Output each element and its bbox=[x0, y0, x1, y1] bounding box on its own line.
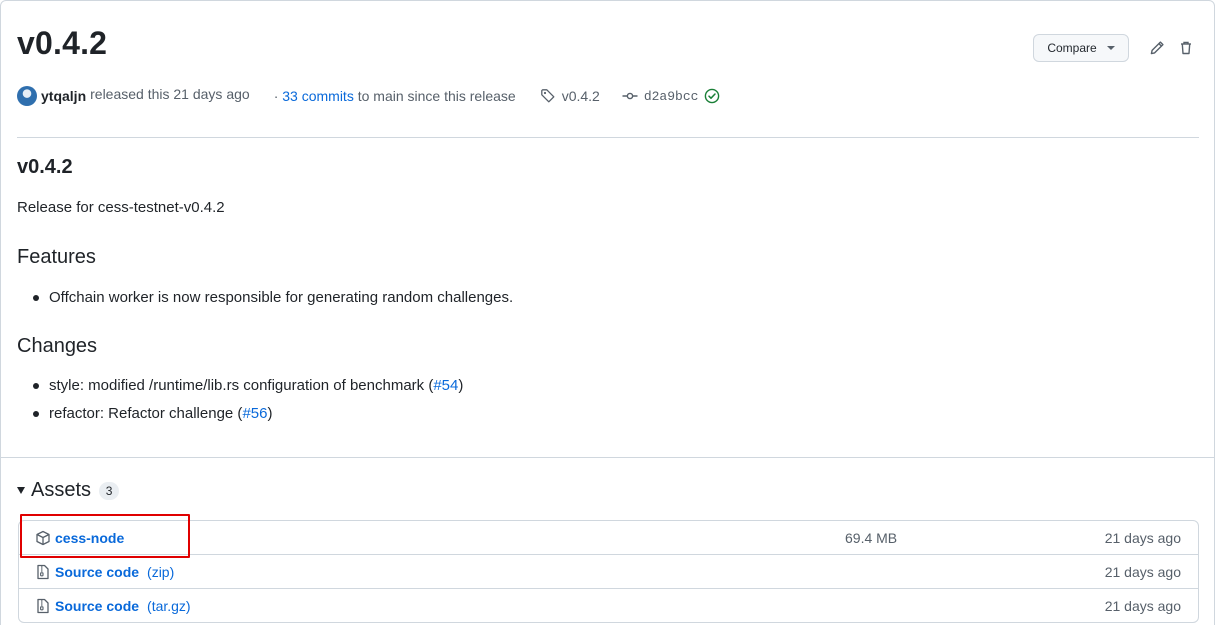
asset-format[interactable]: (zip) bbox=[147, 564, 174, 580]
author-link[interactable]: ytqaljn bbox=[41, 88, 86, 104]
release-title[interactable]: v0.4.2 bbox=[17, 25, 107, 62]
change-text: refactor: Refactor challenge ( bbox=[49, 405, 243, 422]
source-code-zip-link[interactable]: Source code bbox=[55, 564, 139, 580]
asset-size: 69.4 MB bbox=[845, 530, 898, 546]
features-list: Offchain worker is now responsible for g… bbox=[32, 287, 513, 315]
asset-format[interactable]: (tar.gz) bbox=[147, 598, 191, 614]
compare-button[interactable]: Compare bbox=[1033, 34, 1129, 62]
assets-count-badge: 3 bbox=[99, 481, 120, 500]
change-text: style: modified /runtime/lib.rs configur… bbox=[49, 377, 434, 394]
asset-date: 21 days ago bbox=[1104, 563, 1181, 580]
pull-request-link[interactable]: #56 bbox=[242, 405, 267, 422]
compare-button-label: Compare bbox=[1047, 41, 1097, 55]
file-zip-icon bbox=[35, 564, 51, 580]
release-description: Release for cess-testnet-v0.4.2 bbox=[17, 199, 225, 216]
asset-row: Source code (tar.gz) 21 days ago bbox=[19, 588, 1198, 622]
asset-row: Source code (zip) 21 days ago bbox=[19, 554, 1198, 588]
list-item: style: modified /runtime/lib.rs configur… bbox=[32, 375, 464, 403]
asset-row: cess-node 69.4 MB 21 days ago bbox=[19, 521, 1198, 555]
notes-heading: v0.4.2 bbox=[17, 156, 73, 178]
changes-list: style: modified /runtime/lib.rs configur… bbox=[32, 375, 464, 431]
source-code-targz-link[interactable]: Source code bbox=[55, 598, 139, 614]
changes-heading: Changes bbox=[17, 335, 98, 357]
divider bbox=[17, 137, 1199, 138]
asset-link-cess-node[interactable]: cess-node bbox=[55, 530, 124, 546]
asset-date: 21 days ago bbox=[1104, 597, 1181, 614]
assets-list: cess-node 69.4 MB 21 days ago Source cod… bbox=[18, 520, 1199, 623]
assets-heading: Assets bbox=[31, 479, 92, 501]
commits-prefix: · bbox=[273, 88, 279, 104]
triangle-down-icon bbox=[1106, 46, 1115, 50]
asset-date: 21 days ago bbox=[1104, 530, 1181, 546]
commits-suffix: to main since this release bbox=[357, 88, 516, 104]
change-close: ) bbox=[267, 405, 273, 422]
tag-icon bbox=[540, 89, 555, 103]
edit-release-button[interactable] bbox=[1148, 39, 1166, 57]
git-commit-icon bbox=[622, 92, 638, 100]
commit-sha: d2a9bcc bbox=[643, 88, 699, 104]
change-close: ) bbox=[458, 377, 464, 394]
file-zip-icon bbox=[35, 598, 51, 614]
avatar[interactable] bbox=[17, 86, 37, 106]
trash-icon bbox=[1181, 41, 1191, 55]
commits-info: · 33 commits to main since this release bbox=[274, 88, 516, 104]
divider bbox=[1, 457, 1215, 458]
commits-link[interactable]: 33 commits bbox=[282, 88, 354, 104]
features-heading: Features bbox=[17, 246, 96, 268]
release-meta: ytqaljn released this 21 days ago · 33 c… bbox=[17, 85, 777, 107]
released-text: released this 21 days ago bbox=[90, 86, 250, 102]
tag-name: v0.4.2 bbox=[561, 88, 600, 104]
delete-release-button[interactable] bbox=[1177, 39, 1195, 57]
pull-request-link[interactable]: #54 bbox=[433, 377, 458, 394]
list-item: Offchain worker is now responsible for g… bbox=[32, 287, 513, 315]
commit-info[interactable]: d2a9bcc bbox=[622, 88, 721, 104]
check-circle-icon[interactable] bbox=[704, 88, 720, 104]
pencil-icon bbox=[1150, 41, 1164, 55]
triangle-down-icon bbox=[17, 487, 25, 494]
tag-info[interactable]: v0.4.2 bbox=[540, 88, 600, 104]
list-item: refactor: Refactor challenge (#56) bbox=[32, 403, 463, 431]
release-card: v0.4.2 Compare ytqaljn released this 21 … bbox=[0, 0, 1215, 625]
assets-toggle[interactable]: Assets 3 bbox=[17, 479, 120, 502]
package-icon bbox=[35, 530, 51, 546]
